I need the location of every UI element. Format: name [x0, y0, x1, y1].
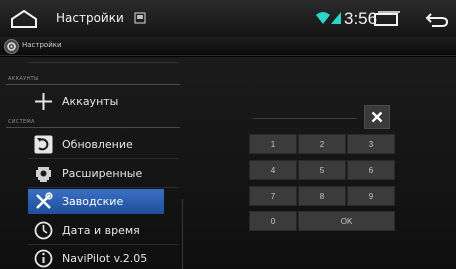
settings-item-label: Расширенные [62, 167, 143, 180]
settings-item-label: Аккаунты [62, 95, 119, 108]
app-bar: Настройки [0, 37, 456, 56]
settings-item-advanced[interactable]: Расширенные [28, 161, 164, 186]
keypad-key-4[interactable]: 4 [249, 160, 297, 180]
settings-list[interactable]: АККАУНТЫ Аккаунты СИСТЕМА Обновление Рас… [0, 57, 182, 269]
keypad-key-6[interactable]: 6 [347, 160, 395, 180]
settings-item-accounts[interactable]: Аккаунты [28, 89, 164, 114]
settings-panel: АККАУНТЫ Аккаунты СИСТЕМА Обновление Рас… [0, 57, 456, 269]
section-divider [6, 127, 180, 128]
row-divider [28, 244, 178, 245]
tools-icon [36, 192, 53, 209]
app-title: Настройки [22, 41, 62, 49]
settings-item-datetime[interactable]: Дата и время [28, 218, 164, 243]
keypad-ok-button[interactable]: OK [298, 211, 395, 231]
status-title: Настройки [56, 11, 124, 25]
settings-app-icon[interactable] [4, 39, 19, 54]
row-divider [28, 187, 178, 188]
section-header-system: СИСТЕМА [8, 119, 35, 125]
list-item-cut-off[interactable] [28, 57, 178, 63]
home-icon[interactable] [9, 9, 39, 29]
keypad-key-7[interactable]: 7 [249, 186, 297, 206]
settings-item-update[interactable]: Обновление [28, 132, 164, 157]
clear-button[interactable] [364, 105, 390, 129]
keypad-key-8[interactable]: 8 [298, 186, 346, 206]
keypad-key-1[interactable]: 1 [249, 134, 297, 154]
back-icon[interactable] [424, 10, 450, 28]
update-icon [34, 135, 53, 154]
wifi-icon [316, 12, 330, 24]
signal-icon [331, 12, 341, 24]
keypad-key-2[interactable]: 2 [298, 134, 346, 154]
row-divider [28, 158, 178, 159]
status-bar: Настройки 3:56 [0, 0, 456, 37]
keypad-key-9[interactable]: 9 [347, 186, 395, 206]
settings-item-label: NaviPilot v.2.05 [62, 252, 148, 265]
clear-icon [371, 111, 383, 123]
keypad-key-0[interactable]: 0 [249, 211, 297, 231]
settings-item-factory[interactable]: Заводские [28, 189, 164, 214]
keypad-key-3[interactable]: 3 [347, 134, 395, 154]
settings-item-about[interactable]: NaviPilot v.2.05 [28, 246, 164, 269]
section-divider [6, 84, 180, 85]
settings-item-label: Заводские [62, 195, 124, 208]
recent-apps-icon[interactable] [369, 11, 403, 27]
plus-icon [35, 93, 52, 110]
keypad-key-5[interactable]: 5 [298, 160, 346, 180]
clock-icon [34, 221, 53, 240]
notification-icon [134, 12, 146, 24]
settings-item-label: Обновление [62, 138, 133, 151]
section-header-accounts: АККАУНТЫ [8, 76, 39, 82]
pin-input-field[interactable] [253, 118, 357, 119]
settings-item-label: Дата и время [62, 224, 140, 237]
column-divider [182, 199, 183, 269]
info-icon [34, 249, 53, 268]
gear-icon [36, 167, 51, 182]
